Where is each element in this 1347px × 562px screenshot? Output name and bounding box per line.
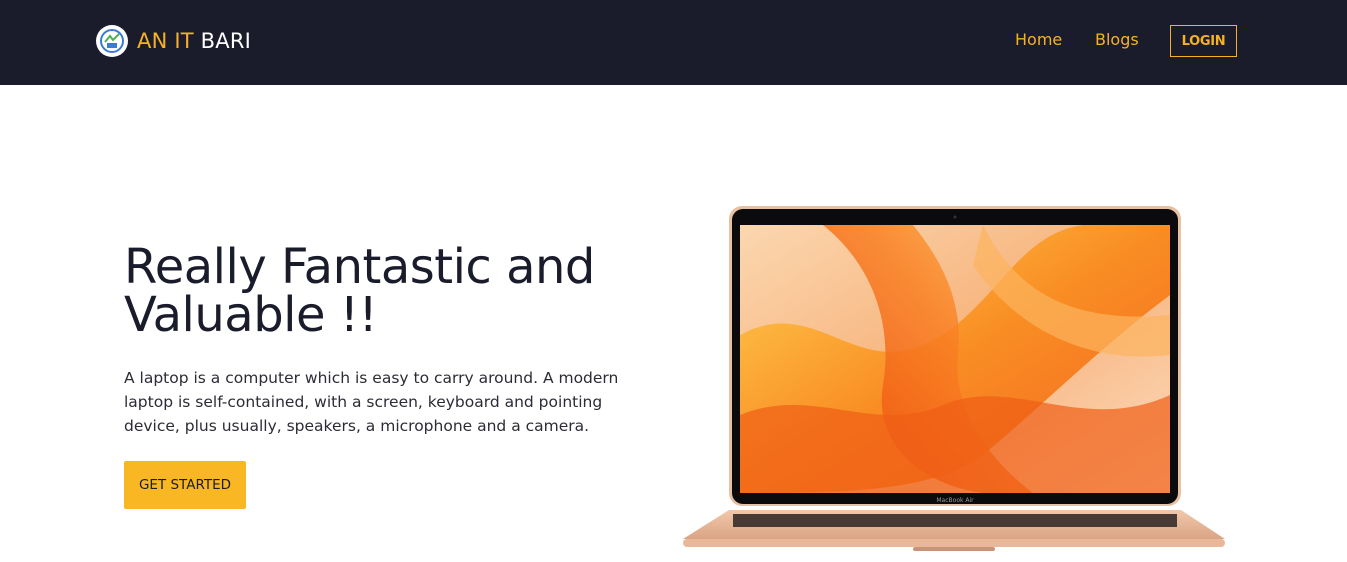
nav-link-blogs[interactable]: Blogs	[1095, 30, 1139, 50]
brand-name-main: BARI	[200, 29, 252, 53]
logo-icon	[96, 25, 128, 57]
laptop-model-label: MacBook Air	[936, 497, 974, 504]
laptop-image: MacBook Air	[683, 205, 1225, 558]
hero-title: Really Fantastic and Valuable !!	[124, 239, 595, 343]
brand-link[interactable]: AN IT BARI	[96, 25, 251, 57]
get-started-button[interactable]: GET STARTED	[124, 461, 246, 509]
navbar: AN IT BARI Home Blogs LOGIN	[0, 0, 1347, 85]
nav-link-home[interactable]: Home	[1015, 30, 1062, 50]
brand-name-accent: AN IT	[137, 29, 194, 53]
login-button[interactable]: LOGIN	[1170, 25, 1237, 57]
hero-description: A laptop is a computer which is easy to …	[124, 369, 619, 435]
brand-name: AN IT BARI	[137, 25, 251, 57]
